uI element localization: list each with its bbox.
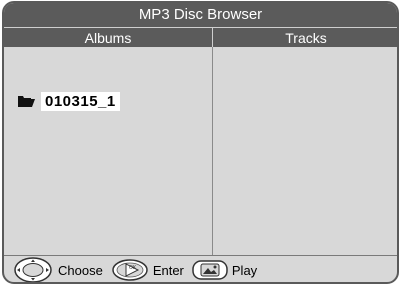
ok-text: OK [129,265,137,271]
folder-icon [18,96,35,107]
play-label: Play [231,262,258,278]
window-title: MP3 Disc Browser [4,3,397,27]
play-button-icon [192,260,228,280]
enter-label: Enter [152,262,184,278]
button-hint-bar: Choose OK Enter Play [4,256,397,282]
disc-browser-window: MP3 Disc Browser Albums Tracks 010315_1 … [2,1,399,284]
album-label: 010315_1 [41,91,120,111]
dpad-icon [14,257,52,282]
albums-column-header: Albums [4,27,212,47]
ok-button-icon: OK [112,259,148,281]
tracks-column-header: Tracks [213,27,397,47]
panel-divider [212,47,213,255]
album-list-item[interactable]: 010315_1 [18,91,120,111]
choose-label: Choose [58,262,103,278]
